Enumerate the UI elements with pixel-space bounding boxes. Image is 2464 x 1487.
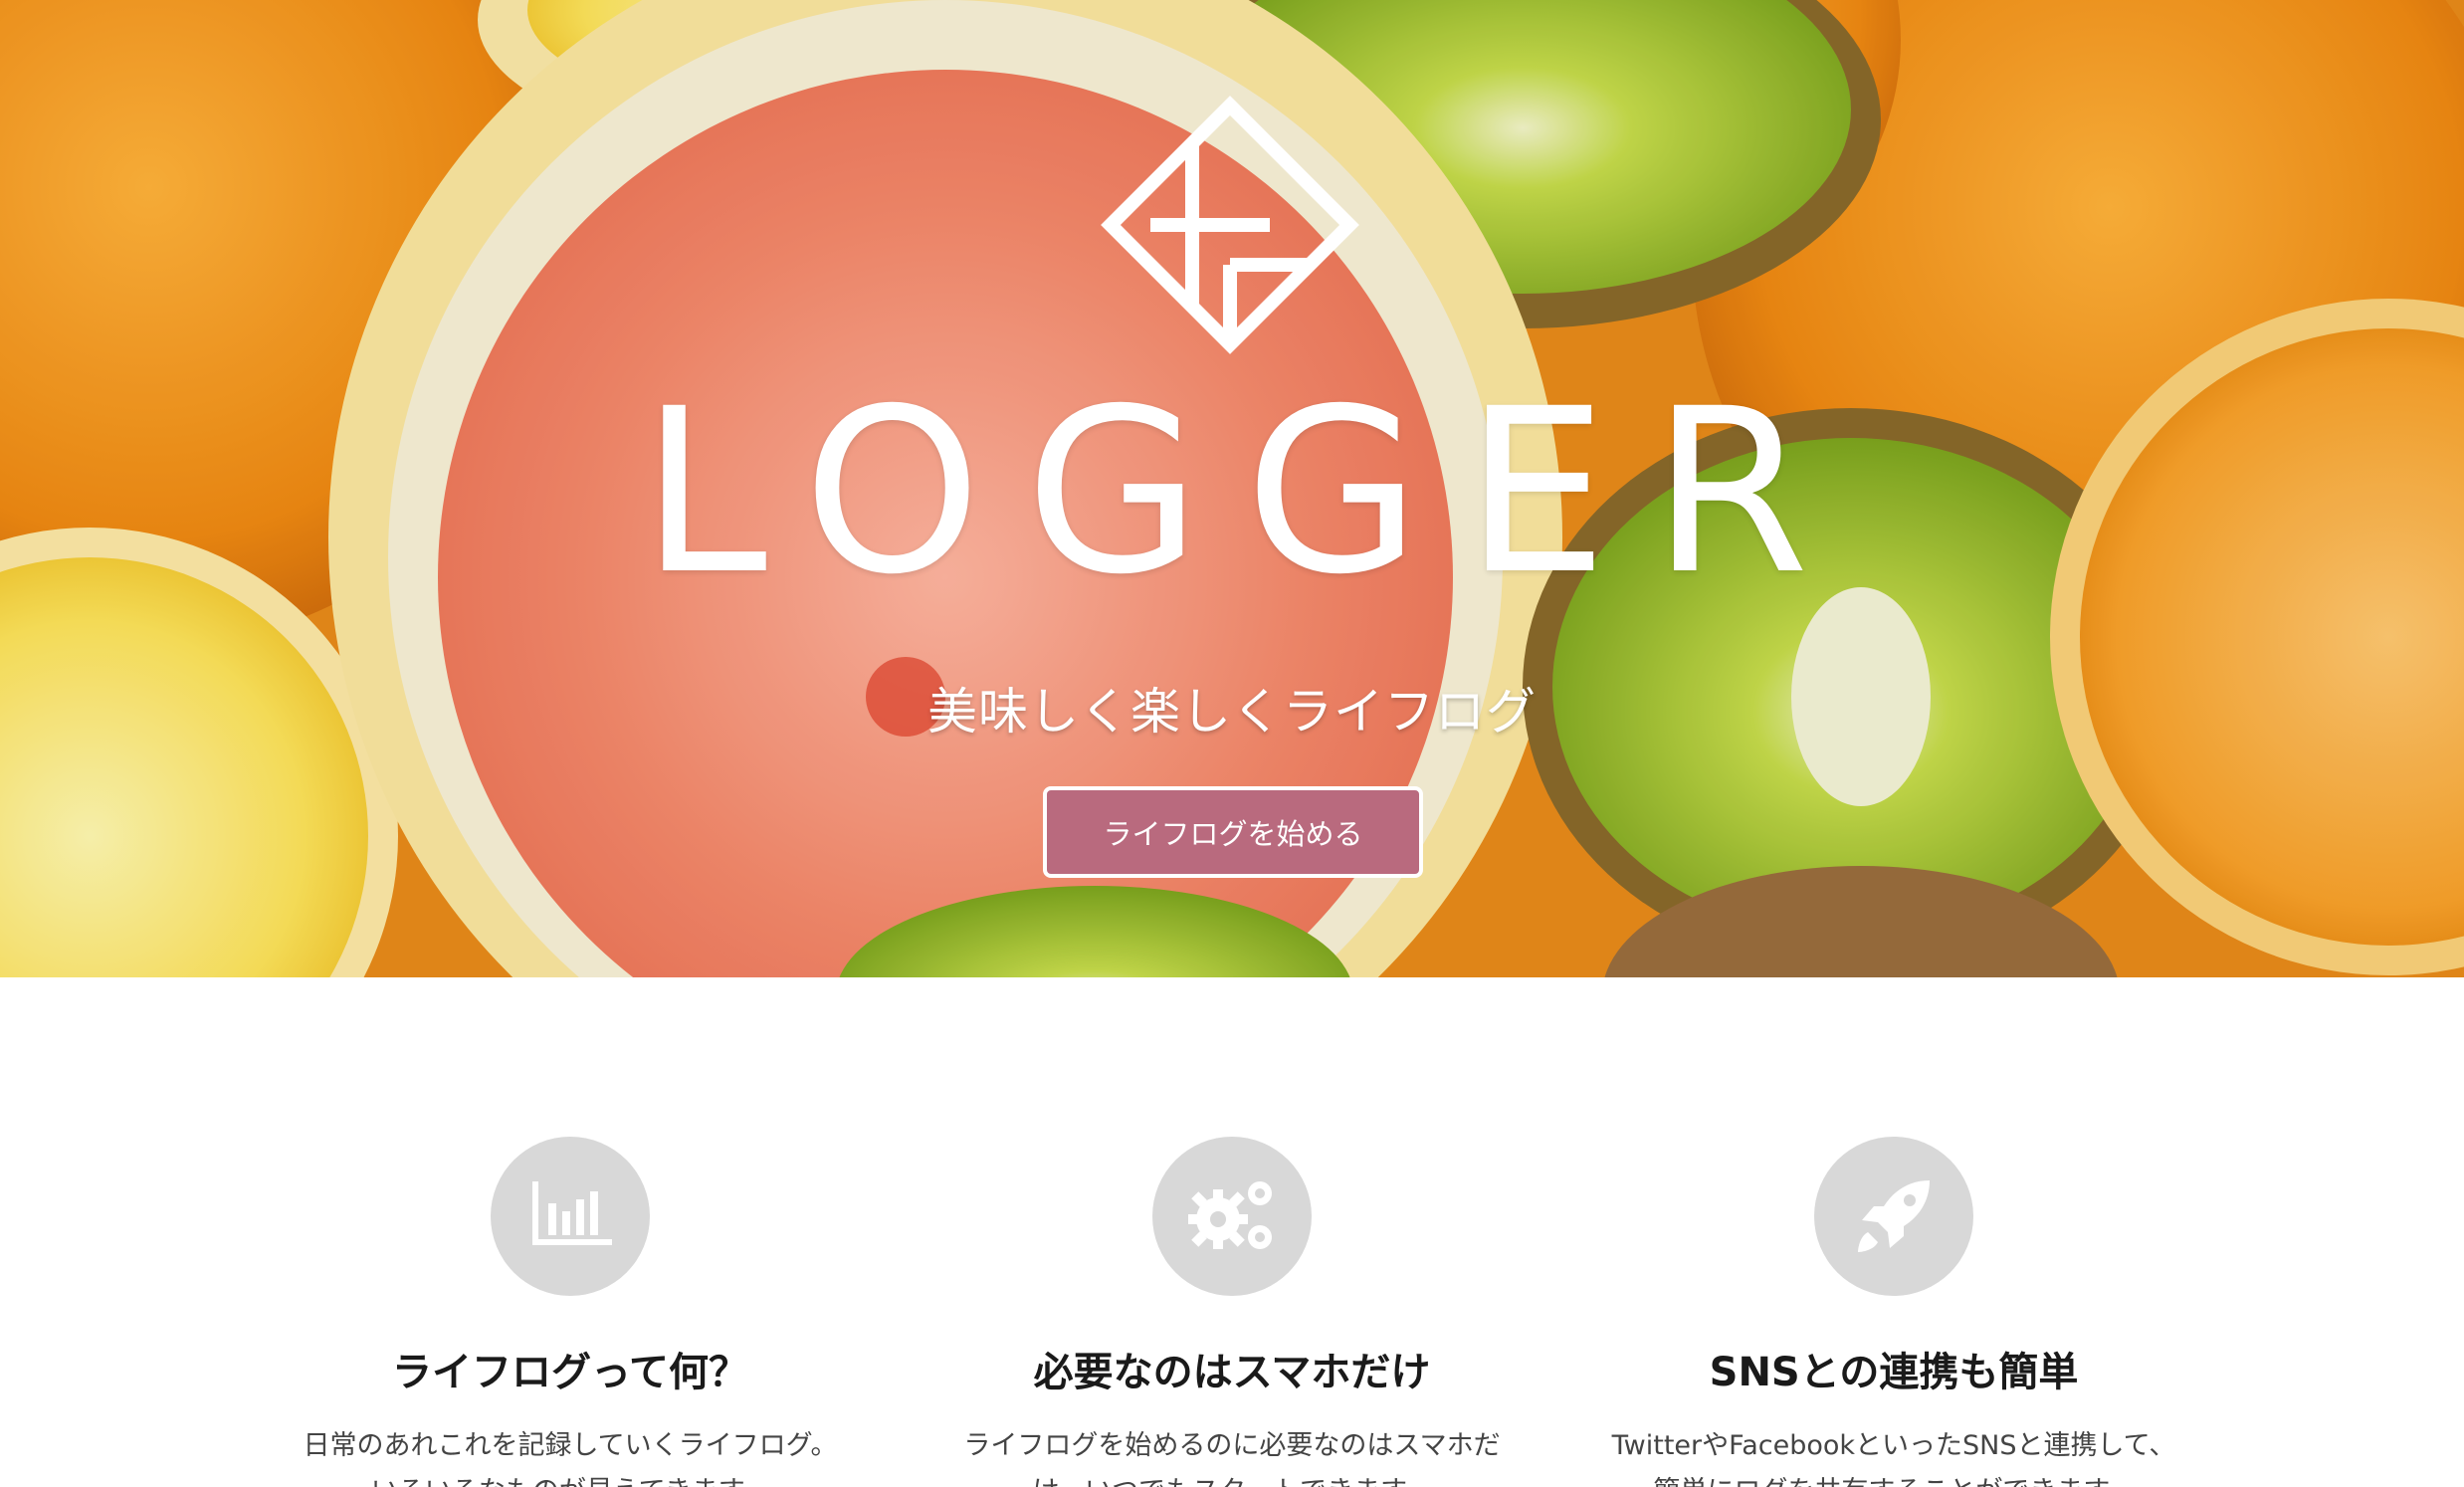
hero-tagline: 美味しく楽しくライフログ <box>927 683 1537 741</box>
feature-text-line: け。いつでもスタートできます。 <box>1033 1476 1432 1487</box>
feature-text-line: TwitterやFacebookといったSNSと連携して、 <box>1611 1430 2176 1461</box>
feature-text-line: ライフログを始めるのに必要なのはスマホだ <box>963 1430 1501 1461</box>
hero-section: LOGGER 美味しく楽しくライフログ ライフログを始める <box>0 0 2464 977</box>
feature-smartphone-only: 必要なのはスマホだけ ライフログを始めるのに必要なのはスマホだ け。いつでもスタ… <box>904 1137 1560 1487</box>
feature-text-line: いろいろなものが見えてきます。 <box>371 1476 769 1487</box>
features-section: ライフログって何？ 日常のあれこれを記録していくライフログ。 いろいろなものが見… <box>0 977 2464 1487</box>
feature-description: ライフログを始めるのに必要なのはスマホだ け。いつでもスタートできます。 <box>904 1423 1560 1487</box>
feature-icon-circle <box>1152 1137 1312 1296</box>
feature-icon-circle <box>1814 1137 1973 1296</box>
feature-title: SNSとの連携も簡単 <box>1709 1350 2079 1395</box>
brand-title: LOGGER <box>640 359 1854 624</box>
logger-logo-icon <box>1101 96 1359 354</box>
feature-what-is-lifelog: ライフログって何？ 日常のあれこれを記録していくライフログ。 いろいろなものが見… <box>242 1137 899 1487</box>
feature-text-line: 簡単にログを共有することができます。 <box>1653 1476 2134 1487</box>
feature-title: 必要なのはスマホだけ <box>1033 1350 1431 1395</box>
rocket-icon <box>1858 1180 1930 1252</box>
feature-icon-circle <box>491 1137 650 1296</box>
feature-description: TwitterやFacebookといったSNSと連携して、 簡単にログを共有する… <box>1565 1423 2222 1487</box>
start-lifelog-button[interactable]: ライフログを始める <box>1043 786 1423 878</box>
gears-icon <box>1188 1181 1272 1249</box>
feature-title: ライフログって何？ <box>392 1350 748 1395</box>
feature-sns-integration: SNSとの連携も簡単 TwitterやFacebookといったSNSと連携して、… <box>1565 1137 2222 1487</box>
feature-description: 日常のあれこれを記録していくライフログ。 いろいろなものが見えてきます。 <box>242 1423 899 1487</box>
feature-text-line: 日常のあれこれを記録していくライフログ。 <box>303 1430 838 1461</box>
bar-chart-icon <box>532 1181 612 1245</box>
